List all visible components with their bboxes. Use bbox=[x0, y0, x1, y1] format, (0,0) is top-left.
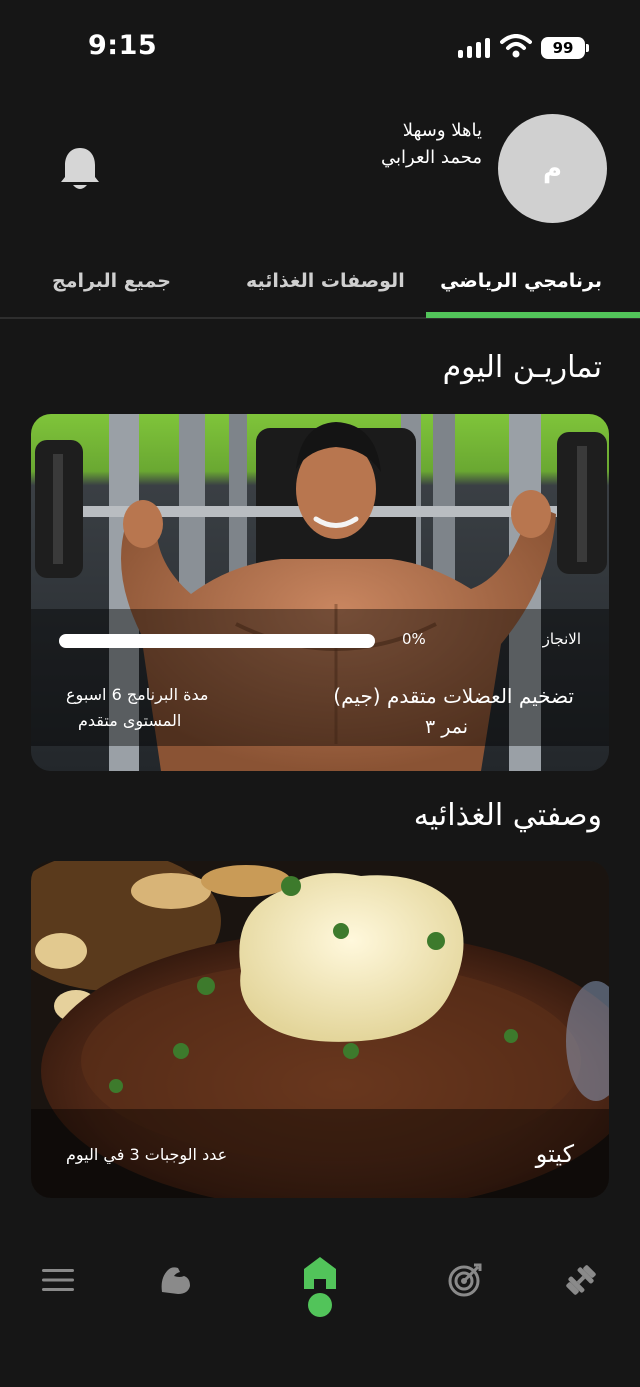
coach-name: نمر ٣ bbox=[424, 716, 468, 738]
active-tab-indicator bbox=[426, 312, 640, 318]
notification-bell-icon[interactable] bbox=[58, 145, 102, 193]
todays-workouts-title: تماريـن اليوم bbox=[442, 350, 602, 385]
status-time: 9:15 bbox=[88, 30, 158, 61]
program-duration: مدة البرنامج 6 اسبوع bbox=[66, 685, 209, 704]
program-level: المستوى متقدم bbox=[78, 711, 182, 730]
progress-label: الانجاز bbox=[542, 630, 581, 648]
program-name: تضخيم العضلات متقدم (جيم) bbox=[333, 684, 574, 708]
target-icon[interactable] bbox=[448, 1263, 482, 1297]
avatar-initial: م bbox=[542, 153, 563, 184]
user-name: محمد العرابي bbox=[381, 147, 482, 168]
my-meal-plan-title: وصفتي الغذائيه bbox=[413, 798, 602, 833]
battery-tip bbox=[586, 44, 589, 52]
avatar[interactable]: م bbox=[498, 114, 607, 223]
cellular-signal-icon bbox=[458, 38, 492, 58]
tab-my-program[interactable]: برنامجي الرياضي bbox=[440, 270, 602, 292]
diet-name: كيتو bbox=[535, 1140, 574, 1168]
battery-indicator: 99 bbox=[541, 37, 585, 59]
wifi-icon bbox=[500, 34, 532, 58]
flexed-arm-icon[interactable] bbox=[158, 1264, 192, 1296]
progress-percent: 0% bbox=[402, 630, 426, 648]
meals-per-day: عدد الوجبات 3 في اليوم bbox=[66, 1145, 228, 1164]
greeting-text: ياهلا وسهلا bbox=[402, 120, 482, 141]
tab-all-programs[interactable]: جميع البرامج bbox=[52, 270, 171, 292]
menu-icon[interactable] bbox=[42, 1268, 74, 1292]
dumbbell-icon[interactable] bbox=[564, 1263, 598, 1297]
home-icon[interactable] bbox=[302, 1255, 338, 1319]
progress-bar bbox=[59, 634, 375, 648]
tab-recipes[interactable]: الوصفات الغذائيه bbox=[246, 270, 405, 292]
